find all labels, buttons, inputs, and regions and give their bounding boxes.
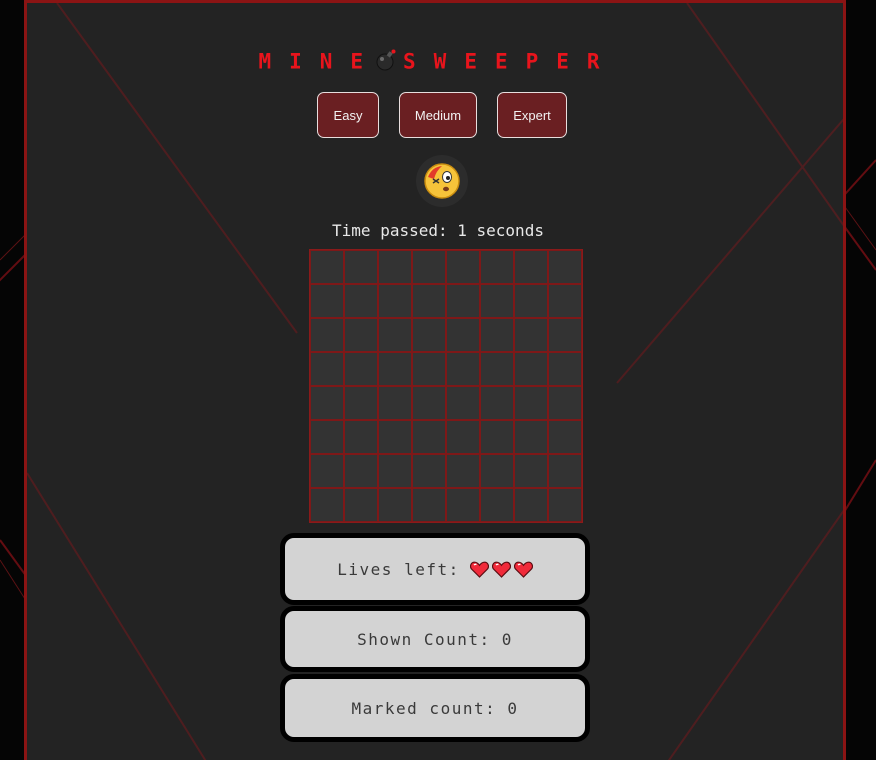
minefield-cell[interactable]: [480, 386, 514, 420]
minefield-cell[interactable]: [548, 250, 582, 284]
minefield-cell[interactable]: [378, 284, 412, 318]
minefield-cell[interactable]: [310, 352, 344, 386]
minefield-cell[interactable]: [344, 318, 378, 352]
minefield-cell[interactable]: [548, 318, 582, 352]
minefield-cell[interactable]: [446, 318, 480, 352]
minefield-cell[interactable]: [378, 352, 412, 386]
minefield-cell[interactable]: [514, 386, 548, 420]
minefield-cell[interactable]: [480, 454, 514, 488]
minefield-cell[interactable]: [446, 420, 480, 454]
minefield-cell[interactable]: [412, 488, 446, 522]
minefield-cell[interactable]: [446, 284, 480, 318]
easy-button[interactable]: Easy: [317, 92, 379, 138]
minefield-grid: [309, 249, 583, 523]
minefield-cell[interactable]: [548, 454, 582, 488]
difficulty-buttons: Easy Medium Expert: [27, 92, 843, 140]
minefield-cell[interactable]: [446, 352, 480, 386]
minefield-cell[interactable]: [548, 352, 582, 386]
lives-label: Lives left:: [337, 559, 460, 579]
minefield-cell[interactable]: [446, 250, 480, 284]
minefield-cell[interactable]: [514, 420, 548, 454]
lives-hearts: [469, 561, 533, 578]
minefield-cell[interactable]: [514, 318, 548, 352]
minefield-cell[interactable]: [548, 420, 582, 454]
marked-count-panel: Marked count: 0: [280, 674, 590, 742]
minefield-cell[interactable]: [514, 352, 548, 386]
minefield-cell[interactable]: [480, 250, 514, 284]
minefield-cell[interactable]: [344, 454, 378, 488]
minefield-cell[interactable]: [446, 454, 480, 488]
minefield-cell[interactable]: [548, 386, 582, 420]
minefield-cell[interactable]: [412, 386, 446, 420]
shown-count-text: Shown Count: 0: [357, 629, 513, 649]
medium-button[interactable]: Medium: [399, 92, 477, 138]
minefield-cell[interactable]: [310, 386, 344, 420]
title-mine: MINE: [258, 49, 382, 74]
minefield-cell[interactable]: [378, 488, 412, 522]
heart-icon: [491, 561, 511, 578]
minefield-cell[interactable]: [480, 420, 514, 454]
minefield-cell[interactable]: [310, 318, 344, 352]
minefield-cell[interactable]: [548, 488, 582, 522]
marked-count-text: Marked count: 0: [351, 698, 519, 718]
minefield-cell[interactable]: [514, 454, 548, 488]
minefield-cell[interactable]: [310, 420, 344, 454]
lives-panel: Lives left:: [280, 533, 590, 605]
heart-icon: [469, 561, 489, 578]
minefield-cell[interactable]: [514, 284, 548, 318]
minefield-cell[interactable]: [412, 454, 446, 488]
minefield-cell[interactable]: [344, 250, 378, 284]
minefield-cell[interactable]: [548, 284, 582, 318]
minefield-cell[interactable]: [480, 284, 514, 318]
minefield-cell[interactable]: [310, 250, 344, 284]
minefield-cell[interactable]: [378, 318, 412, 352]
time-passed-text: Time passed: 1 seconds: [332, 221, 544, 240]
game-panel: MINE SWEEPER Easy Medium Expert Time pass…: [24, 0, 846, 760]
minefield-cell[interactable]: [412, 420, 446, 454]
minefield-cell[interactable]: [446, 386, 480, 420]
minefield-cell[interactable]: [514, 488, 548, 522]
dizzy-face-icon: [424, 163, 460, 199]
heart-icon: [513, 561, 533, 578]
minefield-cell[interactable]: [310, 284, 344, 318]
minefield-cell[interactable]: [310, 454, 344, 488]
minefield-cell[interactable]: [378, 420, 412, 454]
minefield-cell[interactable]: [480, 488, 514, 522]
minefield-cell[interactable]: [480, 318, 514, 352]
reset-face-button[interactable]: [416, 155, 468, 207]
minefield-cell[interactable]: [446, 488, 480, 522]
game-title: MINE SWEEPER: [27, 49, 843, 76]
minefield-cell[interactable]: [412, 250, 446, 284]
minefield-cell[interactable]: [412, 284, 446, 318]
minefield-cell[interactable]: [344, 386, 378, 420]
minefield-cell[interactable]: [480, 352, 514, 386]
shown-count-panel: Shown Count: 0: [280, 606, 590, 672]
minefield-cell[interactable]: [344, 352, 378, 386]
minefield-cell[interactable]: [344, 284, 378, 318]
minefield-cell[interactable]: [378, 454, 412, 488]
minefield-cell[interactable]: [514, 250, 548, 284]
minefield-cell[interactable]: [378, 386, 412, 420]
minefield-cell[interactable]: [412, 318, 446, 352]
minefield-cell[interactable]: [344, 488, 378, 522]
minefield-cell[interactable]: [344, 420, 378, 454]
minefield-cell[interactable]: [412, 352, 446, 386]
title-sweeper: SWEEPER: [403, 49, 618, 74]
minefield-cell[interactable]: [378, 250, 412, 284]
bomb-icon: [375, 49, 397, 76]
minefield-cell[interactable]: [310, 488, 344, 522]
expert-button[interactable]: Expert: [497, 92, 567, 138]
